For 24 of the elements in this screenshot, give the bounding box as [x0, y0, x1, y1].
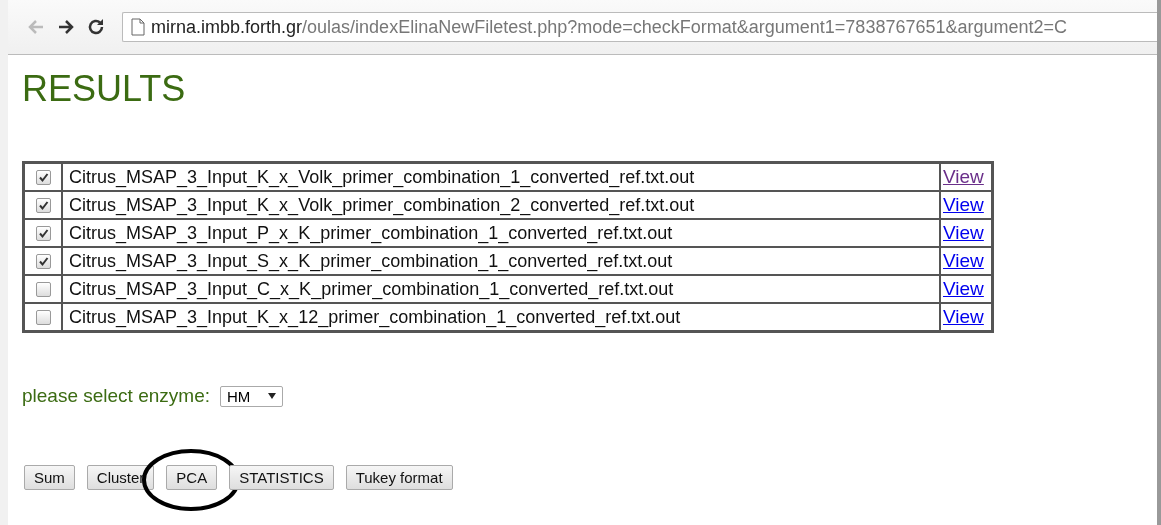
file-name: Citrus_MSAP_3_Input_S_x_K_primer_combination_1_converted_ref.txt.out [62, 247, 940, 275]
address-bar[interactable]: mirna.imbb.forth.gr/oulas/indexElinaNewFiletest.php?mode=checkFormat&argument1=7838767651&argument2=C [122, 12, 1157, 42]
action-button[interactable]: Cluster [86, 465, 155, 490]
action-button[interactable]: Sum [24, 465, 75, 490]
enzyme-label: please select enzyme: [22, 385, 210, 407]
action-button[interactable]: STATISTICS [229, 465, 334, 490]
file-name: Citrus_MSAP_3_Input_K_x_Volk_primer_combination_2_converted_ref.txt.out [62, 191, 940, 219]
action-button[interactable]: PCA [166, 465, 218, 490]
checkbox[interactable] [35, 310, 51, 326]
page-title: RESULTS [22, 67, 186, 111]
file-name: Citrus_MSAP_3_Input_K_x_12_primer_combination_1_converted_ref.txt.out [62, 303, 940, 331]
file-name: Citrus_MSAP_3_Input_K_x_Volk_primer_combination_1_converted_ref.txt.out [62, 163, 940, 191]
checkbox[interactable] [35, 282, 51, 298]
caret-icon [268, 393, 277, 399]
checkbox[interactable] [35, 170, 51, 186]
action-button[interactable]: Tukey format [345, 465, 453, 490]
checkbox[interactable] [35, 198, 51, 214]
enzyme-select[interactable]: HM [220, 385, 284, 407]
file-name: Citrus_MSAP_3_Input_C_x_K_primer_combination_1_converted_ref.txt.out [62, 275, 940, 303]
checkbox[interactable] [35, 254, 51, 270]
reload-icon[interactable] [86, 17, 106, 37]
file-name: Citrus_MSAP_3_Input_P_x_K_primer_combination_1_converted_ref.txt.out [62, 219, 940, 247]
checkbox[interactable] [35, 226, 51, 242]
page-icon [131, 18, 145, 36]
